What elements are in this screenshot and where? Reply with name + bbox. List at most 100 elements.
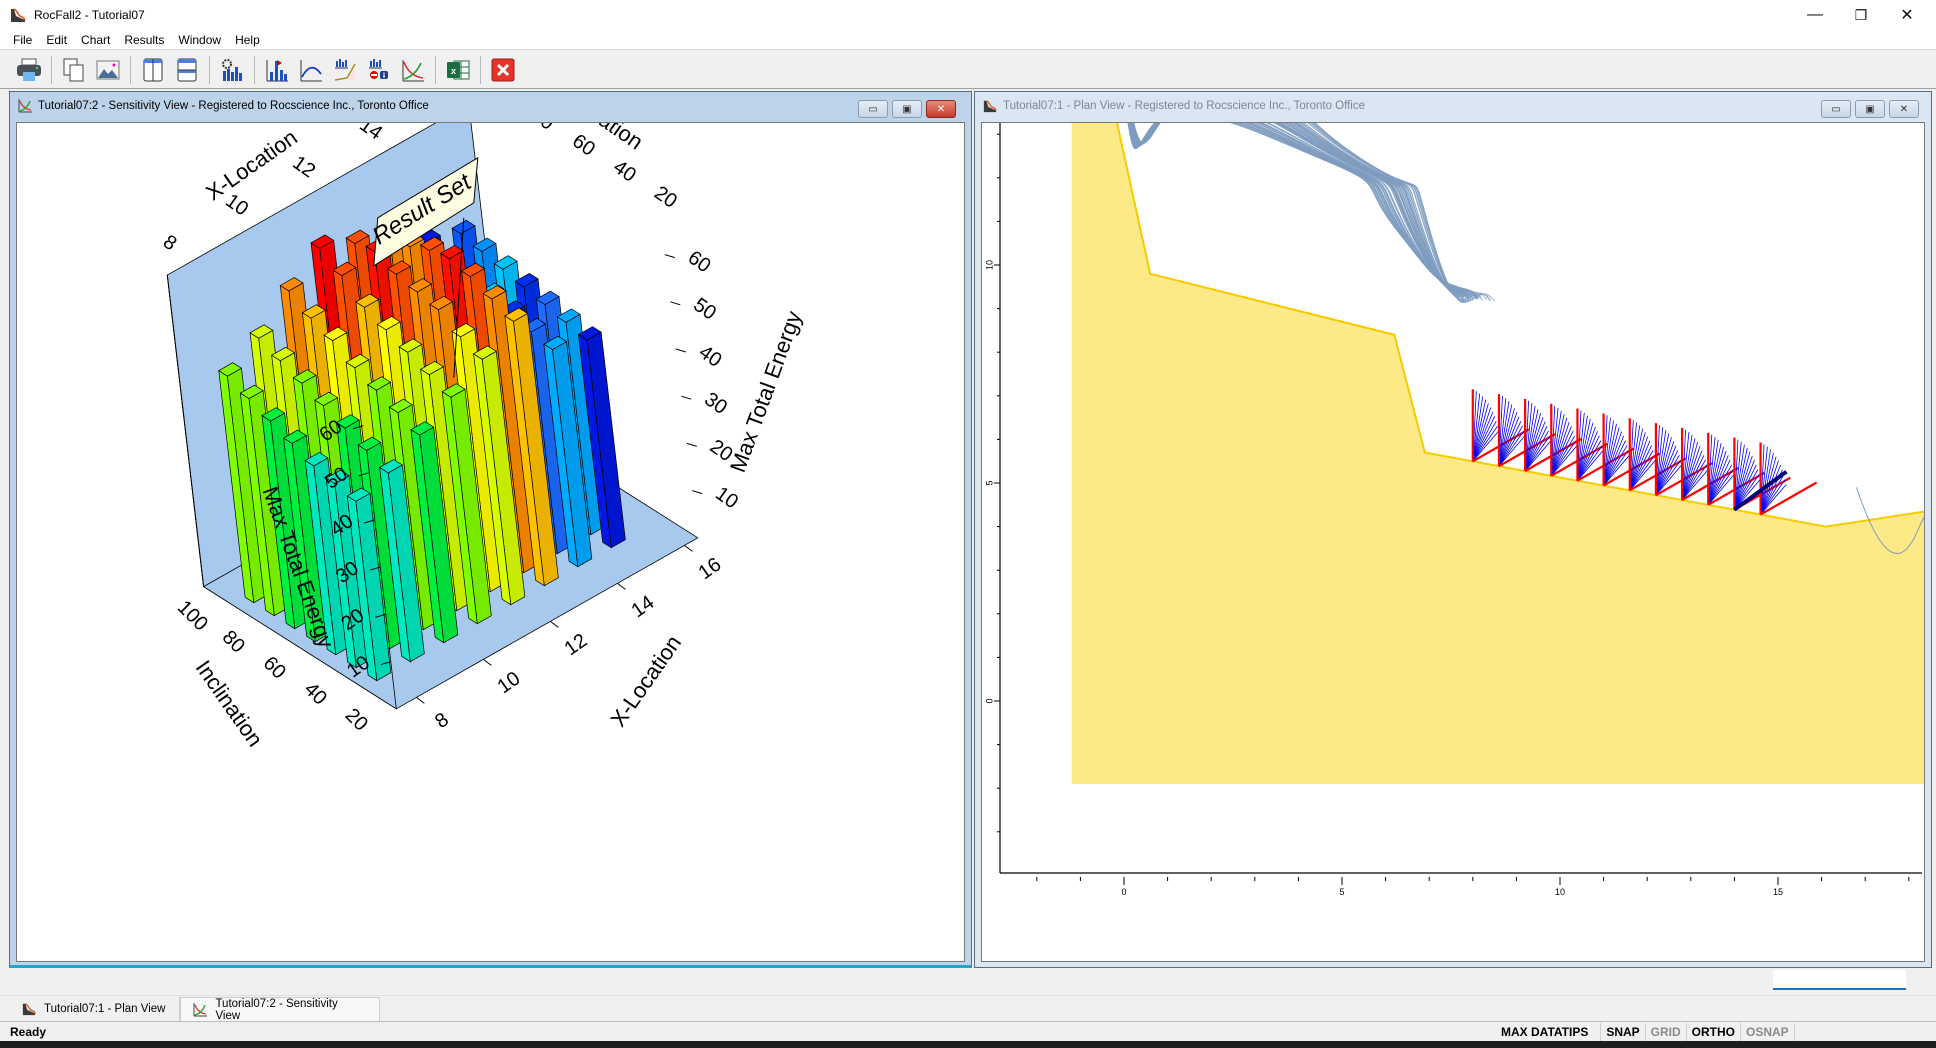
- indicator-ortho[interactable]: ORTHO: [1687, 1023, 1742, 1041]
- incl-tick-label-top: 80: [527, 123, 558, 135]
- x-tick-label: 16: [695, 553, 726, 584]
- z-tick-label-right: 60: [684, 247, 715, 278]
- indicator-osnap[interactable]: OSNAP: [1741, 1023, 1795, 1041]
- sensitivity-minimize-button[interactable]: ▭: [858, 100, 888, 118]
- minimize-icon: —: [1807, 6, 1823, 23]
- y-tick-label: 10: [984, 260, 994, 270]
- incl-tick-label-top: 40: [609, 156, 640, 187]
- close-icon: ✕: [1900, 7, 1914, 24]
- y-tick-label: 5: [984, 480, 994, 485]
- minimize-icon: ▭: [1831, 103, 1841, 115]
- restore-icon: ❐: [1854, 6, 1868, 23]
- menu-window[interactable]: Window: [171, 33, 228, 47]
- tab-plan-view-label: Tutorial07:1 - Plan View: [44, 1003, 166, 1015]
- menu-file[interactable]: File: [6, 33, 39, 47]
- x-tick: [550, 620, 559, 628]
- bar-chart-flag-icon: [266, 59, 288, 81]
- trajectory: [1116, 0, 1459, 293]
- chart-settings-icon: [222, 58, 242, 81]
- tab-sensitivity-view[interactable]: Tutorial07:2 - Sensitivity View: [180, 997, 381, 1022]
- line-chart-button[interactable]: [296, 55, 326, 85]
- menu-chart[interactable]: Chart: [74, 33, 117, 47]
- trajectory: [1115, 0, 1459, 293]
- toolbar: x: [0, 51, 1936, 89]
- print-button[interactable]: [14, 55, 44, 85]
- toolbar-separator: [254, 55, 255, 84]
- tile-horizontal-button[interactable]: [172, 55, 202, 85]
- plan-minimize-button[interactable]: ▭: [1821, 100, 1851, 118]
- x-tick-label: 15: [1773, 887, 1783, 897]
- menu-edit[interactable]: Edit: [39, 33, 74, 47]
- tab-sensitivity-view-label: Tutorial07:2 - Sensitivity View: [215, 997, 338, 1022]
- taskbar-strip: [0, 1041, 1936, 1048]
- menu-results[interactable]: Results: [117, 33, 171, 47]
- excel-icon: x: [447, 60, 470, 79]
- trajectory: [1116, 0, 1478, 298]
- trajectory: [1116, 0, 1459, 294]
- x-tick-label: 8: [431, 709, 453, 733]
- bar-chart-button[interactable]: [262, 55, 292, 85]
- x-tick-label: 10: [494, 667, 525, 698]
- plan-view-title: Tutorial07:1 - Plan View - Registered to…: [1003, 100, 1366, 112]
- chart-info-button[interactable]: [364, 55, 394, 85]
- sensitivity-maximize-button[interactable]: ▣: [892, 100, 922, 118]
- z-tick-right: [664, 254, 675, 259]
- slope-plan-chart[interactable]: 0510152025-50510152025: [902, 0, 1936, 961]
- cumulative-chart-button[interactable]: [398, 55, 428, 85]
- incl-axis-label-top: Inclination: [552, 123, 647, 155]
- z-tick-right: [670, 301, 681, 306]
- x-tick-label: 10: [1555, 887, 1565, 897]
- export-image-button[interactable]: [93, 55, 123, 85]
- menu-bar: File Edit Chart Results Window Help: [0, 30, 1936, 50]
- rocfall-app-icon: [11, 8, 26, 22]
- sensitivity-view-title: Tutorial07:2 - Sensitivity View - Regist…: [38, 100, 429, 112]
- plan-view-caption[interactable]: Tutorial07:1 - Plan View - Registered to…: [975, 92, 1931, 120]
- trajectory: [1116, 0, 1460, 297]
- sensitivity-view-caption[interactable]: Tutorial07:2 - Sensitivity View - Regist…: [10, 92, 971, 120]
- tab-plan-view[interactable]: Tutorial07:1 - Plan View: [10, 997, 181, 1021]
- menu-help[interactable]: Help: [228, 33, 267, 47]
- x-tick: [684, 544, 693, 552]
- incl-tick-label: 20: [341, 704, 372, 735]
- sensitivity-close-button[interactable]: ✕: [926, 100, 956, 118]
- plan-maximize-button[interactable]: ▣: [1855, 100, 1885, 118]
- incl-tick-label: 60: [259, 652, 290, 683]
- indicator-max-datatips[interactable]: MAX DATATIPS: [1496, 1023, 1602, 1041]
- sensitivity-view-window: Tutorial07:2 - Sensitivity View - Regist…: [9, 75, 972, 968]
- x-tick-label: 0: [1121, 887, 1126, 897]
- sensitivity-settings-button[interactable]: [217, 55, 247, 85]
- x-axis-label-top: X-Location: [201, 124, 302, 205]
- command-input[interactable]: [1773, 970, 1906, 990]
- status-text: Ready: [10, 1024, 47, 1039]
- document-tab-bar: Tutorial07:1 - Plan View Tutorial07:2 - …: [0, 995, 1936, 1022]
- restore-button[interactable]: ❐: [1838, 0, 1884, 30]
- z-tick-right: [681, 395, 692, 400]
- sensitivity-view-icon: [18, 99, 32, 113]
- z-tick-right: [675, 348, 686, 353]
- close-view-button[interactable]: [488, 55, 518, 85]
- trajectory: [1116, 0, 1475, 297]
- line-chart-icon: [300, 59, 322, 81]
- close-red-icon: [491, 58, 515, 81]
- indicator-grid[interactable]: GRID: [1646, 1023, 1687, 1041]
- tile-vertical-button[interactable]: [138, 55, 168, 85]
- copy-icon: [63, 58, 84, 81]
- barrier-inclined: [1760, 481, 1818, 516]
- maximize-icon: ▣: [902, 103, 912, 115]
- plan-close-button[interactable]: ✕: [1889, 100, 1919, 118]
- x-tick-label-top: 12: [288, 152, 319, 183]
- indicator-snap[interactable]: SNAP: [1601, 1023, 1646, 1041]
- copy-button[interactable]: [59, 55, 89, 85]
- minimize-button[interactable]: —: [1792, 0, 1838, 30]
- trajectory: [1116, 0, 1459, 294]
- incl-tick-label: 100: [173, 596, 212, 635]
- plan-view-icon: [983, 100, 997, 113]
- svg-text:x: x: [451, 66, 456, 76]
- export-excel-button[interactable]: x: [443, 55, 473, 85]
- z-tick-label-right: 10: [711, 483, 742, 514]
- cumulative-chart-icon: [402, 59, 424, 81]
- close-button[interactable]: ✕: [1884, 0, 1930, 30]
- x-tick-label: 5: [1339, 887, 1344, 897]
- histogram-curve-button[interactable]: [330, 55, 360, 85]
- sensitivity-3d-bar-chart[interactable]: 810121416X-Location810121416X-Location20…: [17, 75, 964, 961]
